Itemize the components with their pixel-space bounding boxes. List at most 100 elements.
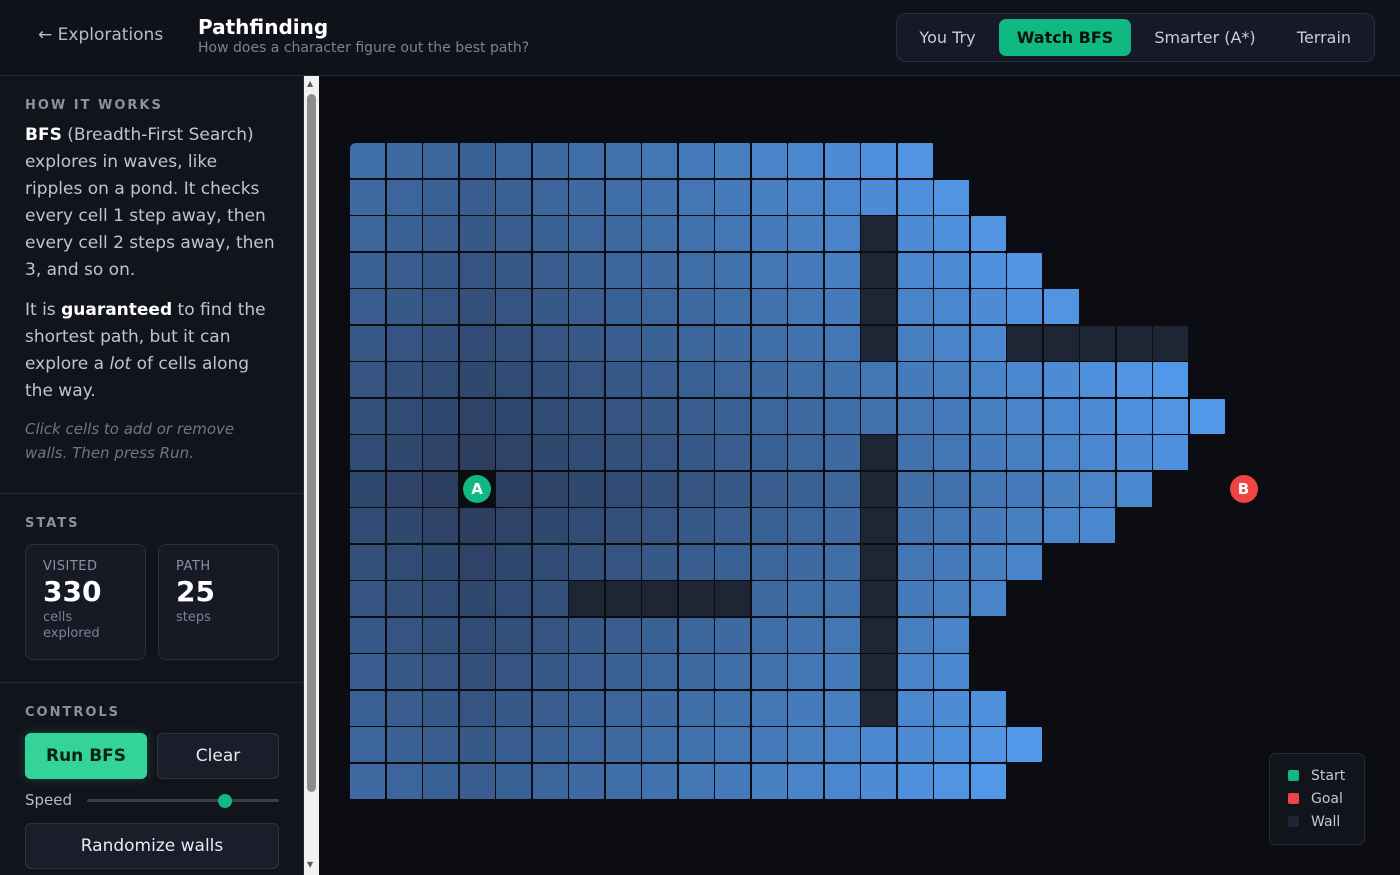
visited-cell[interactable] (1153, 398, 1188, 434)
visited-cell[interactable] (423, 727, 458, 762)
visited-cell[interactable] (496, 544, 531, 580)
visited-cell[interactable] (751, 654, 787, 689)
visited-cell[interactable] (642, 544, 677, 580)
wall-cell[interactable] (861, 216, 896, 251)
visited-cell[interactable] (788, 617, 823, 653)
visited-cell[interactable] (642, 435, 677, 470)
visited-cell[interactable] (934, 325, 969, 361)
visited-cell[interactable] (934, 289, 969, 324)
wall-cell[interactable] (605, 581, 641, 616)
tab-watch-bfs[interactable]: Watch BFS (999, 19, 1131, 56)
visited-cell[interactable] (715, 727, 750, 762)
visited-cell[interactable] (751, 727, 787, 762)
start-marker[interactable]: A (463, 475, 491, 503)
visited-cell[interactable] (678, 325, 714, 361)
visited-cell[interactable] (715, 289, 750, 324)
visited-cell[interactable] (934, 362, 969, 397)
visited-cell[interactable] (459, 362, 495, 397)
visited-cell[interactable] (386, 690, 422, 726)
visited-cell[interactable] (423, 362, 458, 397)
visited-cell[interactable] (569, 654, 604, 689)
visited-cell[interactable] (350, 508, 385, 543)
visited-cell[interactable] (678, 690, 714, 726)
visited-cell[interactable] (386, 289, 422, 324)
visited-cell[interactable] (751, 617, 787, 653)
visited-cell[interactable] (824, 690, 860, 726)
visited-cell[interactable] (423, 398, 458, 434)
visited-cell[interactable] (423, 216, 458, 251)
visited-cell[interactable] (934, 544, 969, 580)
wall-cell[interactable] (861, 252, 896, 288)
visited-cell[interactable] (788, 325, 823, 361)
visited-cell[interactable] (569, 471, 604, 507)
visited-cell[interactable] (970, 508, 1006, 543)
visited-cell[interactable] (1007, 471, 1042, 507)
visited-cell[interactable] (350, 471, 385, 507)
visited-cell[interactable] (715, 398, 750, 434)
visited-cell[interactable] (1007, 252, 1042, 288)
visited-cell[interactable] (569, 398, 604, 434)
visited-cell[interactable] (459, 252, 495, 288)
visited-cell[interactable] (642, 617, 677, 653)
scrollbar-thumb[interactable] (307, 94, 316, 792)
visited-cell[interactable] (532, 654, 568, 689)
visited-cell[interactable] (715, 690, 750, 726)
visited-cell[interactable] (1043, 362, 1079, 397)
visited-cell[interactable] (934, 216, 969, 251)
visited-cell[interactable] (678, 654, 714, 689)
visited-cell[interactable] (897, 508, 933, 543)
visited-cell[interactable] (1043, 471, 1079, 507)
visited-cell[interactable] (569, 289, 604, 324)
visited-cell[interactable] (970, 727, 1006, 762)
visited-cell[interactable] (1080, 435, 1115, 470)
visited-cell[interactable] (459, 325, 495, 361)
visited-cell[interactable] (605, 617, 641, 653)
visited-cell[interactable] (824, 435, 860, 470)
wall-cell[interactable] (1007, 325, 1042, 361)
visited-cell[interactable] (1007, 727, 1042, 762)
visited-cell[interactable] (824, 581, 860, 616)
visited-cell[interactable] (751, 471, 787, 507)
visited-cell[interactable] (459, 508, 495, 543)
wall-cell[interactable] (715, 581, 750, 616)
visited-cell[interactable] (751, 216, 787, 251)
visited-cell[interactable] (970, 763, 1006, 799)
wall-cell[interactable] (1080, 325, 1115, 361)
visited-cell[interactable] (751, 179, 787, 215)
visited-cell[interactable] (715, 252, 750, 288)
visited-cell[interactable] (642, 508, 677, 543)
visited-cell[interactable] (569, 252, 604, 288)
wall-cell[interactable] (861, 508, 896, 543)
visited-cell[interactable] (678, 471, 714, 507)
visited-cell[interactable] (496, 325, 531, 361)
wall-cell[interactable] (1153, 325, 1188, 361)
visited-cell[interactable] (386, 252, 422, 288)
sidebar-scrollbar[interactable]: ▲ ▼ (304, 76, 319, 875)
visited-cell[interactable] (350, 763, 385, 799)
visited-cell[interactable] (970, 435, 1006, 470)
visited-cell[interactable] (605, 143, 641, 178)
visited-cell[interactable] (569, 690, 604, 726)
visited-cell[interactable] (386, 763, 422, 799)
visited-cell[interactable] (824, 179, 860, 215)
visited-cell[interactable] (605, 435, 641, 470)
visited-cell[interactable] (934, 617, 969, 653)
visited-cell[interactable] (642, 362, 677, 397)
visited-cell[interactable] (824, 727, 860, 762)
visited-cell[interactable] (861, 179, 896, 215)
wall-cell[interactable] (861, 325, 896, 361)
visited-cell[interactable] (678, 727, 714, 762)
visited-cell[interactable] (934, 581, 969, 616)
visited-cell[interactable] (1153, 435, 1188, 470)
visited-cell[interactable] (824, 654, 860, 689)
visited-cell[interactable] (642, 216, 677, 251)
visited-cell[interactable] (605, 289, 641, 324)
visited-cell[interactable] (569, 216, 604, 251)
visited-cell[interactable] (386, 508, 422, 543)
visited-cell[interactable] (824, 617, 860, 653)
visited-cell[interactable] (824, 362, 860, 397)
visited-cell[interactable] (824, 143, 860, 178)
visited-cell[interactable] (934, 508, 969, 543)
visited-cell[interactable] (496, 143, 531, 178)
visited-cell[interactable] (1007, 362, 1042, 397)
